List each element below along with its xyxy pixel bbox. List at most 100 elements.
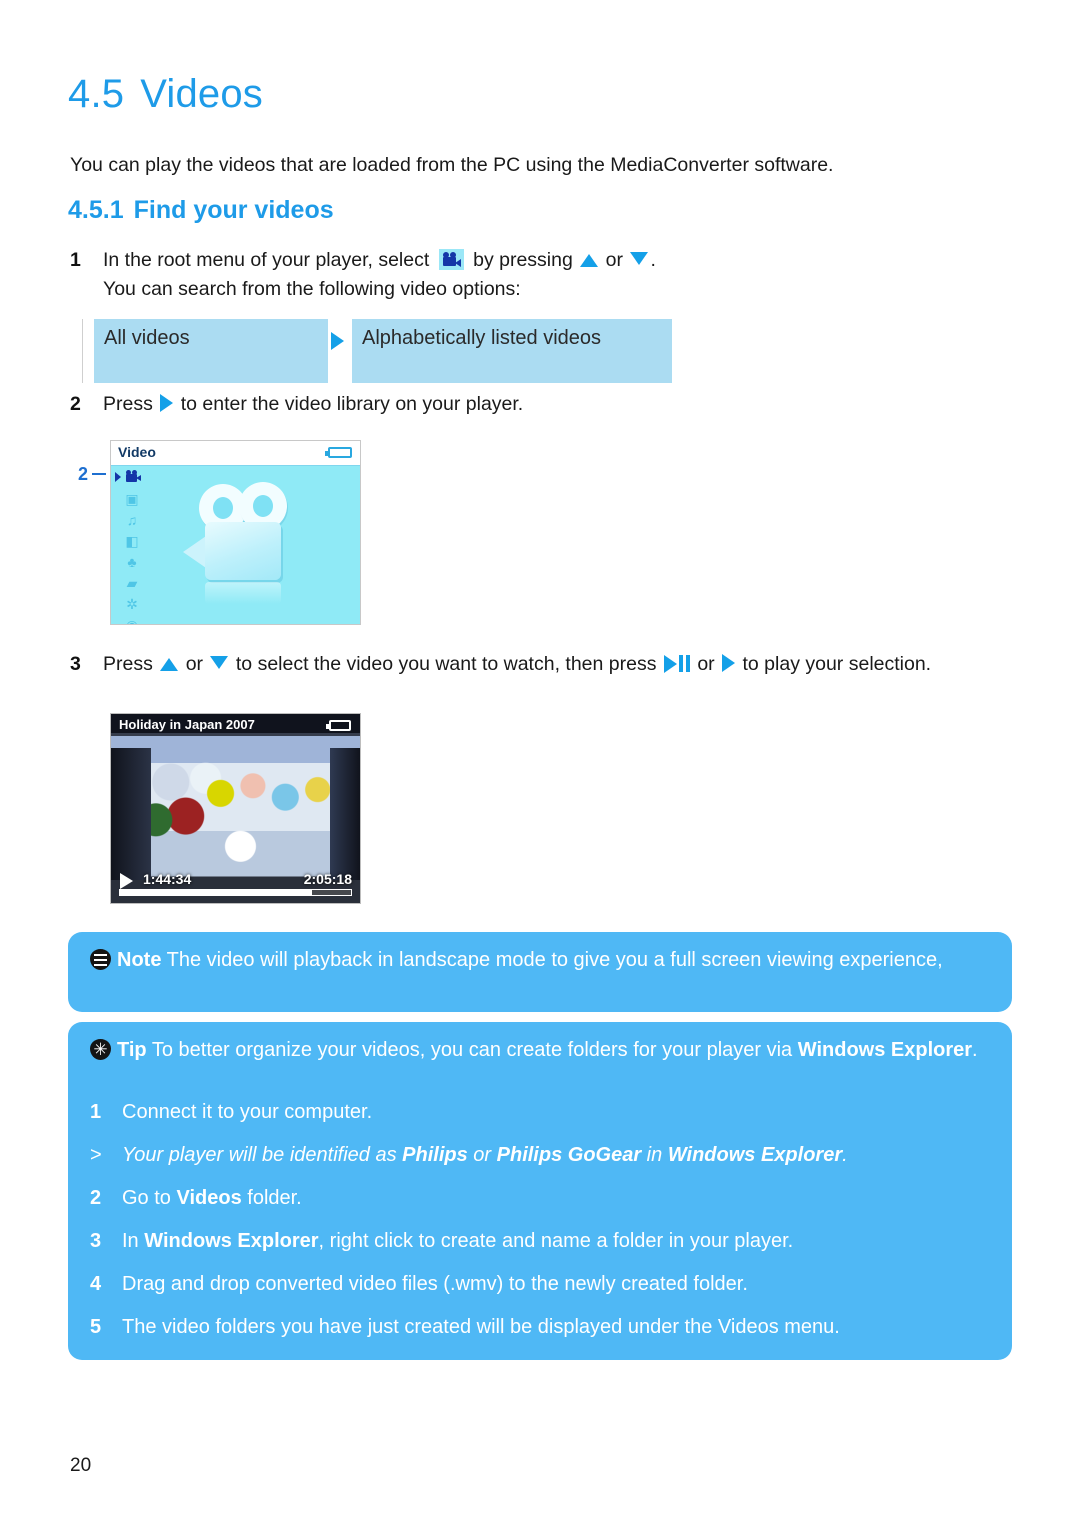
step-1-text-a: In the root menu of your player, select	[103, 249, 430, 271]
video-options-table: All videos Alphabetically listed videos	[82, 319, 672, 383]
callout-marker-2: 2	[78, 464, 107, 485]
tip-lead-end: .	[972, 1039, 978, 1061]
tip-step-text: Drag and drop converted video files (.wm…	[122, 1273, 748, 1295]
subsection-number: 4.5.1	[68, 196, 124, 224]
tip-step-text: Connect it to your computer.	[122, 1101, 373, 1123]
tip-step-marker: 2	[90, 1187, 102, 1209]
rail-microphone-icon[interactable]: ♣	[123, 553, 141, 571]
selection-arrow-icon	[115, 472, 121, 482]
step-3-or-2: or	[697, 653, 715, 675]
callout-dash	[92, 473, 107, 475]
video-title: Holiday in Japan 2007	[119, 717, 255, 732]
step-3-marker: 3	[70, 653, 81, 675]
step-2: 2 Press to enter the video library on yo…	[70, 390, 1010, 419]
up-arrow-icon	[580, 254, 599, 267]
step-3: 3 Press or to select the video you want …	[70, 650, 1010, 682]
rail-video-camera-icon[interactable]	[125, 469, 143, 487]
battery-icon	[326, 720, 351, 731]
tip-step: > Your player will be identified as Phili…	[90, 1141, 1000, 1169]
progress-bar-fill	[120, 890, 312, 895]
option-all-videos[interactable]: All videos	[94, 319, 328, 383]
step-1-period: .	[650, 249, 656, 271]
step-2-marker: 2	[70, 393, 81, 415]
tip-step: 1 Connect it to your computer.	[90, 1098, 1000, 1126]
rail-camera-icon[interactable]: ▣	[123, 490, 141, 508]
right-arrow-icon	[160, 394, 174, 412]
tip-step-marker: 5	[90, 1316, 102, 1338]
tip-icon	[90, 1039, 111, 1060]
time-elapsed: 1:44:34	[143, 871, 192, 887]
step-1-or: or	[605, 249, 624, 271]
note-text: Note The video will playback in landscap…	[90, 946, 990, 975]
note-callout: Note The video will playback in landscap…	[68, 932, 1012, 1012]
tip-steps-list: 1 Connect it to your computer. > Your playe…	[90, 1098, 1000, 1356]
tip-lead: Tip To better organize your videos, you …	[90, 1036, 990, 1065]
callout-number: 2	[78, 464, 89, 484]
step-1-body: In the root menu of your player, select …	[103, 246, 656, 304]
step-2-body: Press to enter the video library on your…	[103, 390, 523, 419]
step-3-text-c: to play your selection.	[742, 653, 932, 675]
tip-lead-text: To better organize your videos, you can …	[151, 1039, 793, 1061]
down-arrow-icon	[630, 252, 649, 265]
tip-step-text: Go to Videos folder.	[122, 1187, 302, 1209]
intro-paragraph: You can play the videos that are loaded …	[70, 154, 834, 176]
playback-titlebar: Holiday in Japan 2007	[111, 714, 360, 736]
note-label: Note	[117, 949, 162, 971]
down-arrow-icon	[210, 656, 229, 669]
playback-controls-bar: 1:44:34 2:05:18	[111, 869, 360, 903]
time-total: 2:05:18	[303, 871, 352, 887]
video-camera-icon	[438, 249, 464, 270]
rail-radio-icon[interactable]: ◧	[123, 532, 141, 550]
section-title: Videos	[140, 72, 264, 116]
device-playback-screenshot: Holiday in Japan 2007 1:44:34 2:05:18	[110, 713, 361, 904]
tip-step-text: The video folders you have just created …	[122, 1316, 840, 1338]
device-icon-rail: ▣ ♫ ◧ ♣ ▰ ✲ ◉	[111, 466, 145, 624]
rail-gear-icon[interactable]: ✲	[123, 595, 141, 613]
tip-step-marker: 1	[90, 1101, 102, 1123]
page-number: 20	[70, 1455, 92, 1476]
page-title: 4.5 Videos	[68, 72, 263, 117]
tip-step-marker: 3	[90, 1230, 102, 1252]
subsection-label: Find your videos	[133, 196, 334, 224]
battery-icon	[325, 447, 352, 458]
play-icon[interactable]	[120, 873, 133, 889]
progress-bar[interactable]	[119, 889, 352, 896]
subsection-title: 4.5.1 Find your videos	[68, 196, 334, 225]
tip-step: 2 Go to Videos folder.	[90, 1184, 1000, 1212]
section-number: 4.5	[68, 72, 125, 116]
tip-step-text: Your player will be identified as Philip…	[122, 1144, 848, 1166]
camcorder-icon	[183, 482, 303, 604]
device-titlebar: Video	[111, 441, 360, 466]
step-1-text-b: by pressing	[473, 249, 573, 271]
manual-page: 4.5 Videos You can play the videos that a…	[0, 0, 1080, 1527]
tip-step: 3 In Windows Explorer, right click to cre…	[90, 1227, 1000, 1255]
tip-step-text: In Windows Explorer, right click to crea…	[122, 1230, 794, 1252]
play-pause-icon	[663, 653, 690, 682]
step-1: 1 In the root menu of your player, selec…	[70, 246, 1010, 304]
device-screen: ▣ ♫ ◧ ♣ ▰ ✲ ◉	[111, 466, 360, 624]
tip-label: Tip	[117, 1039, 147, 1061]
note-body: The video will playback in landscape mod…	[166, 949, 943, 971]
device-screen-title: Video	[118, 444, 156, 460]
note-icon	[90, 949, 111, 970]
right-arrow-icon	[331, 332, 344, 350]
step-2-text-b: to enter the video library on your playe…	[180, 393, 524, 415]
step-1-line2: You can search from the following video …	[103, 278, 521, 300]
step-3-text-b: to select the video you want to watch, t…	[235, 653, 657, 675]
tip-step: 4 Drag and drop converted video files (.w…	[90, 1270, 1000, 1298]
step-1-marker: 1	[70, 249, 81, 271]
tip-lead-bold: Windows Explorer	[797, 1039, 973, 1061]
step-3-body: Press or to select the video you want to…	[103, 650, 931, 682]
rail-play-circle-icon[interactable]: ◉	[123, 616, 141, 624]
step-3-text-a: Press	[103, 653, 153, 675]
rail-folder-icon[interactable]: ▰	[123, 574, 141, 592]
device-menu-screenshot: Video ▣ ♫ ◧ ♣ ▰ ✲ ◉	[110, 440, 361, 625]
right-arrow-icon	[722, 654, 736, 672]
rail-music-note-icon[interactable]: ♫	[123, 511, 141, 529]
table-left-rule	[82, 319, 83, 383]
tip-step-marker: >	[90, 1144, 102, 1166]
tip-step: 5 The video folders you have just created…	[90, 1313, 1000, 1341]
step-2-text-a: Press	[103, 393, 153, 415]
up-arrow-icon	[160, 658, 179, 671]
option-alphabetical-videos[interactable]: Alphabetically listed videos	[352, 319, 672, 383]
